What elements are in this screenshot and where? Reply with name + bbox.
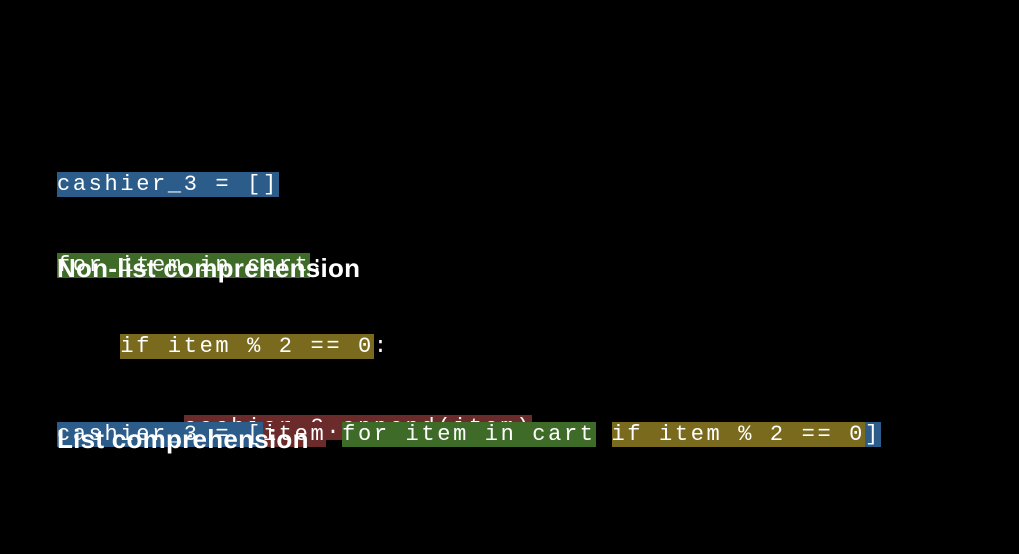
seg-if: if item % 2 == 0 [120, 334, 373, 359]
seg-assign: cashier_3 = [] [57, 172, 279, 197]
seg-lc-for: for item in cart [342, 422, 595, 447]
seg-lc-sp2 [596, 422, 612, 447]
seg-colon-2: : [374, 334, 390, 359]
slide: cashier_3 = [] for item in cart: if item… [0, 0, 1019, 554]
heading-list: List comprehension [57, 424, 309, 455]
code-line-3: if item % 2 == 0: [57, 333, 532, 360]
seg-indent-1 [57, 334, 120, 359]
seg-lc-rbracket: ] [865, 422, 881, 447]
seg-lc-cond: if item % 2 == 0 [612, 422, 865, 447]
heading-nonlist: Non-list comprehension [57, 253, 360, 284]
seg-lc-sp1 [326, 422, 342, 447]
code-line-1: cashier_3 = [] [57, 171, 532, 198]
